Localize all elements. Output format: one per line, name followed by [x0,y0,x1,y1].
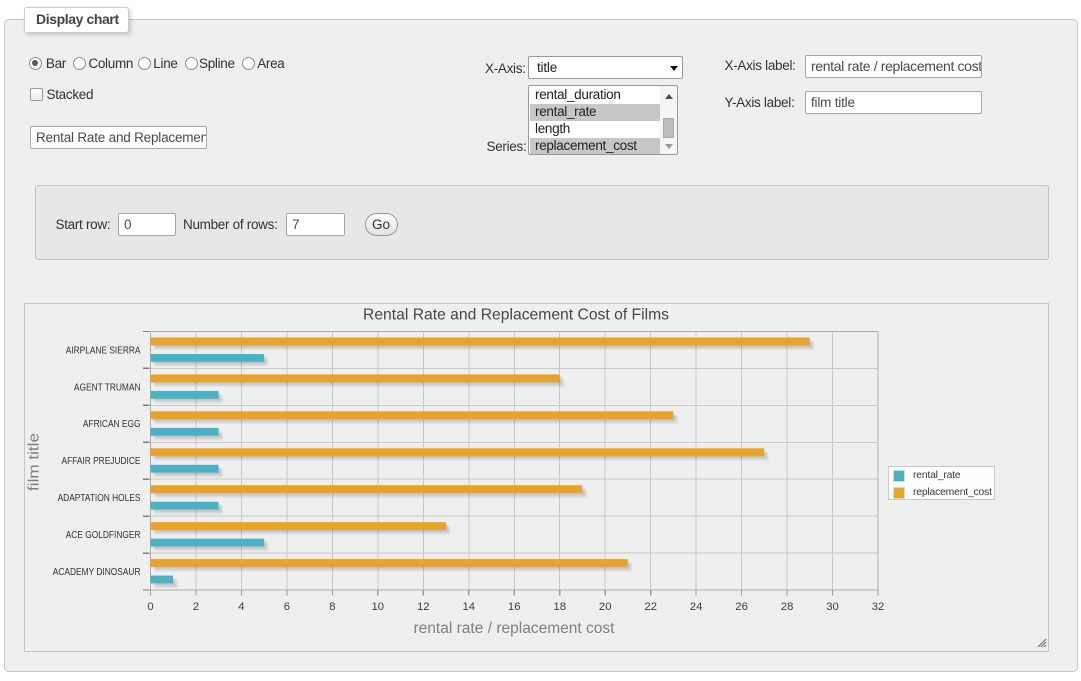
svg-text:14: 14 [463,601,476,613]
svg-text:Rental Rate and Replacement Co: Rental Rate and Replacement Cost of Film… [363,307,669,324]
svg-text:AIRPLANE SIERRA: AIRPLANE SIERRA [66,345,141,356]
svg-text:10: 10 [372,601,385,613]
svg-text:8: 8 [329,601,335,613]
svg-text:4: 4 [238,601,244,613]
svg-text:AFRICAN EGG: AFRICAN EGG [83,419,141,430]
svg-text:30: 30 [826,601,839,613]
svg-text:ACADEMY DINOSAUR: ACADEMY DINOSAUR [53,567,141,578]
svg-text:film title: film title [25,433,42,491]
svg-text:32: 32 [872,601,885,613]
svg-text:rental rate / replacement cost: rental rate / replacement cost [414,620,616,637]
svg-text:12: 12 [417,601,430,613]
svg-text:16: 16 [508,601,521,613]
svg-text:26: 26 [735,601,748,613]
svg-text:AGENT TRUMAN: AGENT TRUMAN [74,382,141,393]
svg-text:ACE GOLDFINGER: ACE GOLDFINGER [66,530,141,541]
svg-text:20: 20 [599,601,612,613]
svg-text:24: 24 [690,601,703,613]
svg-text:AFFAIR PREJUDICE: AFFAIR PREJUDICE [62,456,141,467]
svg-text:6: 6 [284,601,290,613]
svg-text:28: 28 [781,601,794,613]
svg-text:2: 2 [193,601,199,613]
svg-text:18: 18 [553,601,566,613]
svg-text:0: 0 [147,601,153,613]
svg-text:22: 22 [644,601,657,613]
svg-text:ADAPTATION HOLES: ADAPTATION HOLES [58,493,141,504]
